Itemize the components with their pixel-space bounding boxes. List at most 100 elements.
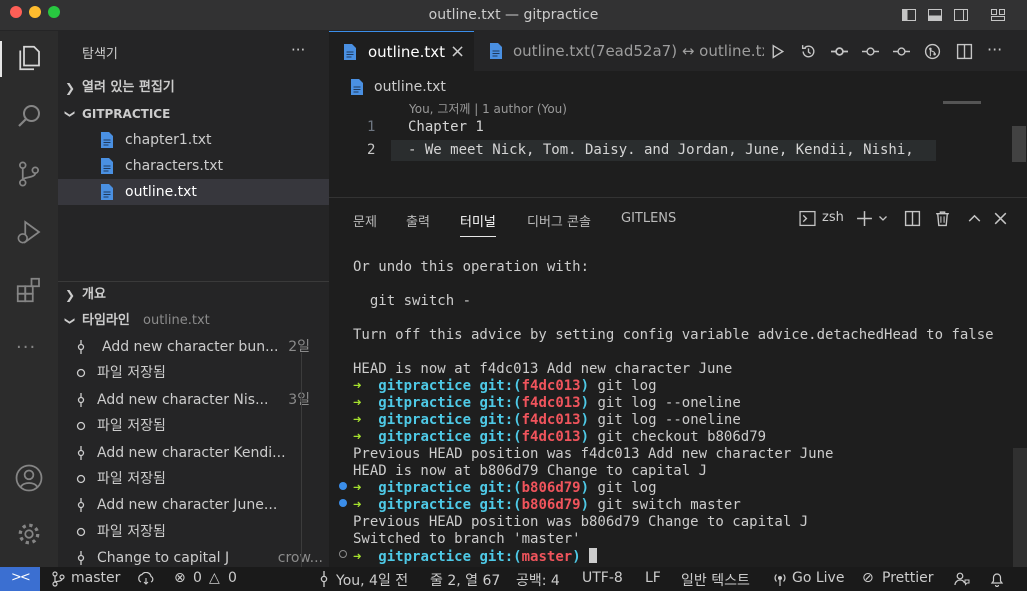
terminal-segment: gitpractice — [378, 395, 480, 411]
status-bar: >< master ⊗ 0 △ 0 You, 4일 전 줄 2, 열 67 공백… — [0, 567, 1027, 591]
timeline-label: 파일 저장됨 — [97, 471, 166, 487]
tab-problems[interactable]: 문제 — [353, 211, 377, 230]
shell-label[interactable]: zsh — [822, 210, 844, 225]
command-decoration[interactable] — [339, 482, 347, 490]
code-line[interactable]: Chapter 1 — [408, 119, 484, 135]
run-icon[interactable] — [769, 43, 786, 60]
commit-icon[interactable] — [831, 43, 848, 60]
close-panel-icon[interactable] — [992, 210, 1009, 227]
title-bar: outline.txt — gitpractice — [0, 0, 1027, 31]
command-decoration[interactable] — [339, 499, 347, 507]
timeline-item[interactable]: 파일 저장됨 — [58, 360, 329, 386]
feedback-person-icon[interactable] — [954, 571, 970, 587]
timeline-section[interactable]: ❯ 타임라인 outline.txt — [58, 308, 329, 334]
outline-section[interactable]: ❯ 개요 — [58, 281, 329, 307]
tab-output[interactable]: 출력 — [406, 211, 430, 230]
timeline-label: Add new character June... — [97, 497, 278, 514]
text-file-icon — [101, 132, 113, 148]
line-number: 2 — [367, 142, 376, 158]
terminal-segment: ➜ — [353, 549, 379, 565]
bell-icon[interactable] — [990, 571, 1004, 587]
timeline-label: Add new character Nis... — [97, 391, 269, 408]
terminal-segment: git log --oneline — [589, 395, 741, 411]
file-item-chapter1[interactable]: chapter1.txt — [58, 127, 329, 153]
go-live-button[interactable]: Go Live — [792, 570, 844, 586]
search-icon[interactable] — [14, 101, 44, 131]
terminal-segment: ➜ — [353, 378, 379, 394]
folder-section[interactable]: ❯ GITPRACTICE — [58, 101, 329, 127]
file-item-outline[interactable]: outline.txt — [58, 179, 329, 205]
timeline-item[interactable]: Add new character June... — [58, 492, 329, 518]
terminal-segment: f4dc013 — [521, 395, 581, 411]
minimap[interactable] — [943, 101, 981, 104]
terminal-line: git switch - — [353, 293, 471, 310]
sync-icon[interactable] — [137, 572, 155, 586]
remote-indicator[interactable]: >< — [0, 567, 40, 591]
tab-debug-console[interactable]: 디버그 콘솔 — [527, 211, 591, 230]
history-icon[interactable] — [800, 43, 817, 60]
source-control-icon[interactable] — [14, 159, 44, 189]
editor-scrollbar[interactable] — [1012, 126, 1026, 162]
toggle-panel-icon[interactable] — [927, 7, 943, 23]
terminal-segment: git switch master — [589, 497, 741, 513]
run-debug-icon[interactable] — [14, 217, 44, 247]
editor-more-icon[interactable]: ··· — [987, 40, 1002, 59]
chevron-up-icon[interactable] — [966, 210, 983, 227]
timeline-item[interactable]: Add new character Nis... 3일 — [58, 387, 329, 413]
extensions-icon[interactable] — [14, 275, 44, 305]
tab-outline[interactable]: outline.txt × — [329, 31, 474, 71]
timeline-item[interactable]: 파일 저장됨 — [58, 519, 329, 545]
terminal-segment: Or undo this operation with: — [353, 259, 590, 275]
breadcrumb[interactable]: outline.txt — [374, 79, 446, 95]
error-count[interactable]: 0 — [193, 570, 202, 586]
explorer-icon[interactable] — [14, 43, 44, 73]
code-line[interactable]: - We meet Nick, Tom. Daisy. and Jordan, … — [408, 142, 914, 158]
terminal-segment: ) — [580, 480, 590, 496]
terminal-scrollbar[interactable] — [1013, 448, 1027, 568]
terminal-segment: git checkout b806d79 — [589, 429, 767, 445]
previous-revision-icon[interactable] — [862, 43, 879, 60]
line-number: 1 — [367, 119, 376, 135]
codelens-blame[interactable]: You, 그저께 | 1 author (You) — [409, 100, 567, 117]
next-revision-icon[interactable] — [893, 43, 910, 60]
timeline-item[interactable]: Add new character Kendi... — [58, 440, 329, 466]
more-views-icon[interactable]: ··· — [16, 337, 36, 358]
terminal-cursor — [589, 548, 598, 563]
sidebar-more-button[interactable]: ··· — [291, 41, 305, 59]
timeline-item[interactable]: 파일 저장됨 — [58, 413, 329, 439]
compare-icon[interactable] — [924, 43, 941, 60]
toggle-secondary-sidebar-icon[interactable] — [953, 7, 969, 23]
close-tab-icon[interactable]: × — [450, 32, 465, 71]
editor-area: outline.txt You, 그저께 | 1 author (You) 1 … — [329, 71, 1027, 197]
timeline-item[interactable]: 파일 저장됨 — [58, 466, 329, 492]
customize-layout-icon[interactable] — [990, 7, 1006, 23]
account-icon[interactable] — [14, 463, 44, 493]
toggle-sidebar-icon[interactable] — [901, 7, 917, 23]
file-item-characters[interactable]: characters.txt — [58, 153, 329, 179]
tab-gitlens[interactable]: GITLENS — [621, 211, 676, 226]
encoding[interactable]: UTF-8 — [582, 570, 623, 586]
chevron-down-icon[interactable] — [878, 210, 888, 227]
file-saved-icon — [76, 422, 86, 431]
new-terminal-icon[interactable] — [856, 210, 873, 227]
branch-label[interactable]: master — [71, 570, 120, 586]
activity-bar: ··· — [0, 31, 58, 567]
indentation[interactable]: 공백: 4 — [516, 570, 560, 590]
end-of-line[interactable]: LF — [645, 570, 661, 586]
trash-icon[interactable] — [934, 210, 951, 227]
tab-outline-diff[interactable]: outline.txt(7ead52a7) ↔ outline.txt — [474, 31, 764, 71]
split-terminal-icon[interactable] — [904, 210, 921, 227]
warning-count[interactable]: 0 — [228, 570, 237, 586]
split-editor-icon[interactable] — [956, 43, 973, 60]
blame-status[interactable]: You, 4일 전 — [336, 570, 408, 590]
command-decoration[interactable] — [339, 550, 347, 558]
language-mode[interactable]: 일반 텍스트 — [681, 570, 750, 590]
warning-icon: △ — [209, 570, 220, 586]
settings-gear-icon[interactable] — [14, 519, 44, 549]
cursor-position[interactable]: 줄 2, 열 67 — [430, 570, 500, 590]
terminal-segment: ) — [580, 378, 590, 394]
open-editors-section[interactable]: ❯ 열려 있는 편집기 — [58, 75, 329, 101]
prettier-button[interactable]: Prettier — [882, 570, 934, 586]
timeline-item[interactable]: Add new character bun... 2일 — [58, 334, 329, 360]
tab-terminal[interactable]: 터미널 — [460, 211, 496, 237]
